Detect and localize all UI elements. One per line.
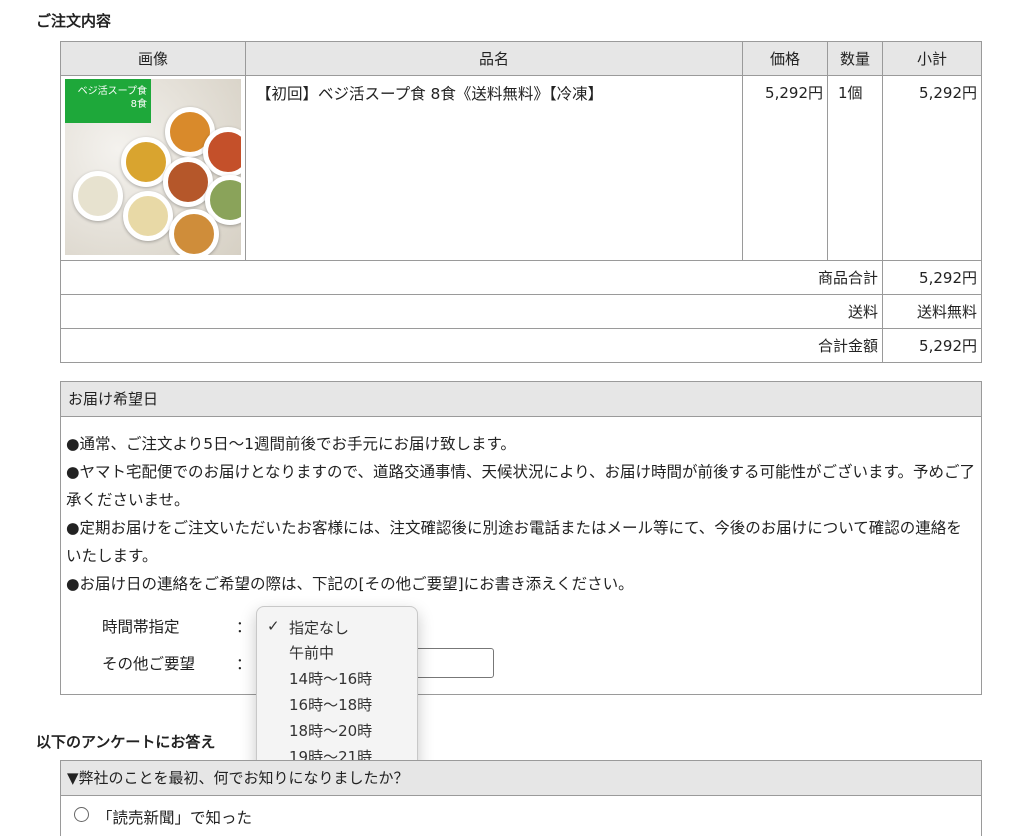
summary-value-goods: 5,292円 bbox=[882, 260, 982, 295]
col-subtotal: 小計 bbox=[882, 41, 982, 76]
summary-value-shipping: 送料無料 bbox=[882, 294, 982, 329]
delivery-note: ●通常、ご注文より5日～1週間前後でお手元にお届け致します。 bbox=[66, 435, 516, 453]
order-table: 画像 品名 価格 数量 小計 ベジ活スープ食 8食 【初回】ベジ活スープ食 8食 bbox=[60, 41, 982, 363]
check-icon: ✓ bbox=[267, 617, 280, 635]
delivery-note: ●定期お届けをご注文いただいたお客様には、注文確認後に別途お電話またはメール等に… bbox=[66, 519, 962, 565]
delivery-notes: ●通常、ご注文より5日～1週間前後でお手元にお届け致します。 ●ヤマト宅配便での… bbox=[66, 430, 976, 598]
survey-heading: 以下のアンケートにお答え bbox=[36, 733, 216, 751]
time-option-none[interactable]: 指定なし bbox=[289, 617, 349, 638]
product-subtotal: 5,292円 bbox=[882, 75, 982, 261]
other-requests-input[interactable] bbox=[412, 648, 494, 678]
survey-question: ▼弊社のことを最初、何でお知りになりましたか？ bbox=[61, 761, 981, 796]
summary-value-total: 5,292円 bbox=[882, 328, 982, 363]
product-name: 【初回】ベジ活スープ食 8食《送料無料》【冷凍】 bbox=[245, 75, 743, 261]
product-qty: 1個 bbox=[827, 75, 883, 261]
time-label: 時間帯指定 bbox=[102, 618, 180, 636]
banner-line2: 8食 bbox=[130, 99, 147, 110]
col-image: 画像 bbox=[60, 41, 246, 76]
product-price: 5,292円 bbox=[742, 75, 828, 261]
summary-label-goods: 商品合計 bbox=[60, 260, 883, 295]
product-image-banner: ベジ活スープ食 8食 bbox=[65, 79, 151, 123]
banner-line1: ベジ活スープ食 bbox=[77, 86, 147, 97]
summary-label-shipping: 送料 bbox=[60, 294, 883, 329]
survey-option-yomiuri: 「読売新聞」で知った bbox=[97, 809, 253, 827]
time-option-18-20[interactable]: 18時～20時 bbox=[289, 720, 372, 741]
delivery-note: ●ヤマト宅配便でのお届けとなりますので、道路交通事情、天候状況により、お届け時間… bbox=[66, 463, 975, 509]
delivery-heading: お届け希望日 bbox=[61, 382, 981, 417]
product-image: ベジ活スープ食 8食 bbox=[65, 79, 241, 255]
delivery-note: ●お届け日の連絡をご希望の際は、下記の[その他ご要望]にお書き添えください。 bbox=[66, 575, 634, 593]
order-heading: ご注文内容 bbox=[36, 12, 112, 30]
time-option-16-18[interactable]: 16時～18時 bbox=[289, 694, 372, 715]
col-qty: 数量 bbox=[827, 41, 883, 76]
summary-label-total: 合計金額 bbox=[60, 328, 883, 363]
time-option-14-16[interactable]: 14時～16時 bbox=[289, 668, 372, 689]
time-select-dropdown[interactable]: ✓ 指定なし 午前中 14時～16時 16時～18時 18時～20時 19時～2… bbox=[256, 606, 418, 776]
other-label: その他ご要望 bbox=[102, 655, 196, 673]
time-option-morning[interactable]: 午前中 bbox=[289, 642, 334, 663]
col-name: 品名 bbox=[245, 41, 743, 76]
col-price: 価格 bbox=[742, 41, 828, 76]
survey-radio-yomiuri[interactable] bbox=[74, 807, 89, 822]
other-colon: ： bbox=[236, 655, 252, 673]
time-colon: ： bbox=[236, 618, 252, 636]
